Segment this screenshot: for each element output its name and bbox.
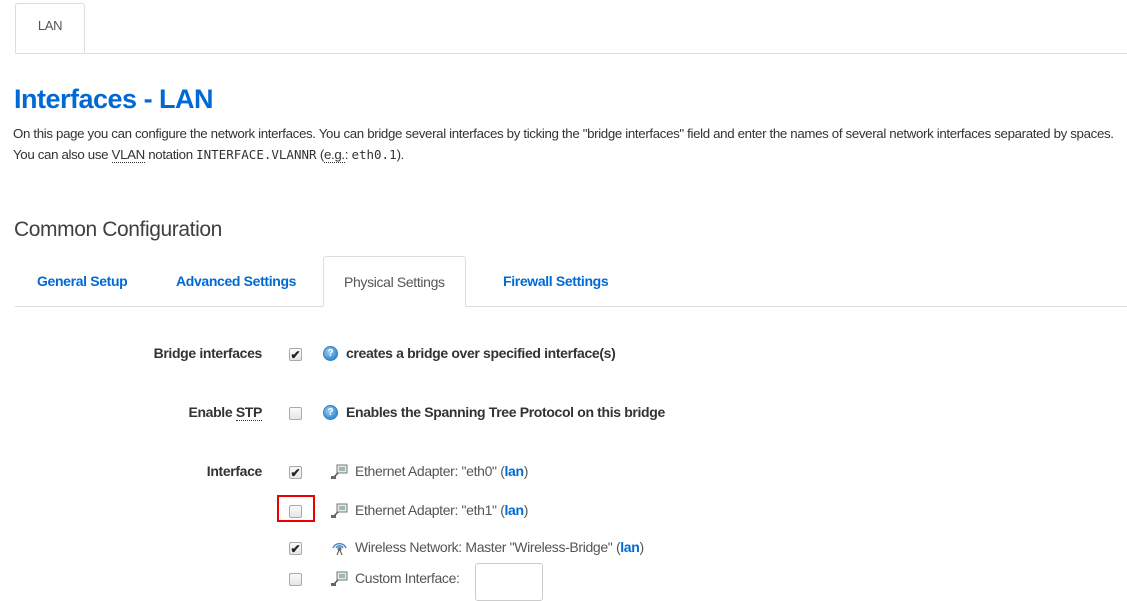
interface-eth1-lan-link[interactable]: lan [505, 502, 525, 518]
tab-lan[interactable]: LAN [15, 3, 85, 53]
tab-general-setup[interactable]: General Setup [37, 256, 128, 306]
top-tab-bar: LAN [15, 0, 1127, 54]
bridge-interfaces-row: Bridge interfaces ✔ ? creates a bridge o… [0, 345, 1127, 369]
interface-wireless-lan-link[interactable]: lan [620, 539, 640, 555]
tab-firewall-settings[interactable]: Firewall Settings [503, 256, 609, 306]
interface-custom-checkbox[interactable] [289, 573, 302, 586]
page-title: Interfaces - LAN [14, 84, 214, 114]
page-description: On this page you can configure the netwo… [13, 123, 1123, 165]
bridge-interfaces-checkbox[interactable]: ✔ [289, 348, 302, 361]
ethernet-icon [331, 571, 348, 586]
interface-eth1-text: Ethernet Adapter: "eth1" (lan) [355, 502, 528, 518]
ethernet-icon [331, 464, 348, 479]
wireless-icon [332, 542, 347, 555]
enable-stp-checkbox[interactable] [289, 407, 302, 420]
interface-row-eth0: Interface ✔ Ethernet Adapter: "eth0" (la… [0, 463, 1127, 487]
bridge-interfaces-help: creates a bridge over specified interfac… [346, 345, 616, 361]
interface-row-custom: Custom Interface: [0, 570, 1127, 594]
bridge-interfaces-label: Bridge interfaces [153, 345, 263, 361]
enable-stp-label: Enable STP [188, 404, 262, 421]
tab-advanced-settings[interactable]: Advanced Settings [176, 256, 296, 306]
stp-abbr: STP [235, 404, 262, 421]
help-icon: ? [323, 346, 338, 361]
description-text: ). [396, 147, 405, 162]
interface-eth0-name: Ethernet Adapter: "eth0" [355, 463, 501, 479]
enable-stp-help: Enables the Spanning Tree Protocol on th… [346, 404, 665, 420]
interface-eth1-name: Ethernet Adapter: "eth1" [355, 502, 501, 518]
custom-interface-label: Custom Interface: [355, 570, 460, 586]
sub-tab-bar: General Setup Advanced Settings Physical… [15, 256, 1127, 307]
interface-row-eth1: Ethernet Adapter: "eth1" (lan) [0, 502, 1127, 526]
code-interface-vlannr: INTERFACE.VLANNR [196, 147, 317, 162]
interface-wireless-name: Wireless Network: Master "Wireless-Bridg… [355, 539, 616, 555]
section-title: Common Configuration [14, 218, 222, 241]
enable-stp-row: Enable STP ? Enables the Spanning Tree P… [0, 404, 1127, 428]
enable-stp-label-prefix: Enable [188, 404, 236, 420]
description-text: ( [316, 147, 324, 162]
interface-wireless-checkbox[interactable]: ✔ [289, 542, 302, 555]
highlight-box [277, 495, 315, 522]
interface-eth0-text: Ethernet Adapter: "eth0" (lan) [355, 463, 528, 479]
interface-label: Interface [206, 463, 263, 479]
interface-wireless-text: Wireless Network: Master "Wireless-Bridg… [355, 539, 644, 555]
code-eth0-1: eth0.1 [351, 147, 397, 162]
custom-interface-input[interactable] [475, 563, 543, 601]
interface-row-wireless: ✔ Wireless Network: Master "Wireless-Bri… [0, 539, 1127, 563]
interface-eth0-lan-link[interactable]: lan [505, 463, 525, 479]
tab-physical-settings[interactable]: Physical Settings [323, 256, 466, 307]
help-icon: ? [323, 405, 338, 420]
ethernet-icon [331, 503, 348, 518]
description-text: notation [144, 147, 197, 162]
interface-eth0-checkbox[interactable]: ✔ [289, 466, 302, 479]
eg-abbr: e.g. [323, 147, 345, 163]
vlan-abbr: VLAN [111, 147, 145, 163]
